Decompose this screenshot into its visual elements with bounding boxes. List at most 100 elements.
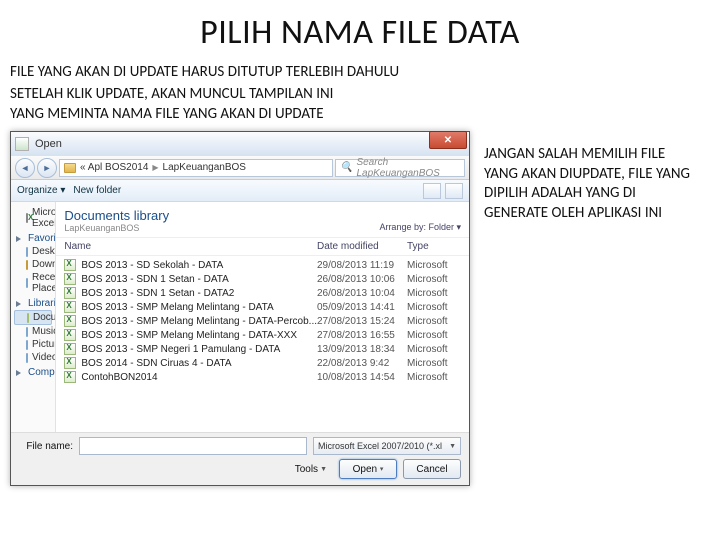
subtitle-1: FILE YANG AKAN DI UPDATE HARUS DITUTUP T…: [10, 63, 710, 81]
nav-item-label: Downloads: [32, 259, 56, 270]
search-placeholder: Search LapKeuanganBOS: [356, 157, 460, 179]
file-row[interactable]: BOS 2013 - SMP Negeri 1 Pamulang - DATA1…: [56, 342, 469, 356]
nav-favorites[interactable]: Favorites: [16, 233, 52, 244]
nav-item-music[interactable]: Music: [14, 325, 52, 338]
close-button[interactable]: ✕: [429, 131, 467, 149]
column-headers[interactable]: Name Date modified Type: [56, 238, 469, 256]
file-type: Microsoft: [407, 288, 461, 299]
nav-forward-button[interactable]: ►: [37, 158, 57, 178]
subtitle-2: SETELAH KLIK UPDATE, AKAN MUNCUL TAMPILA…: [10, 85, 710, 103]
nav-libraries-label: Libraries: [28, 298, 56, 309]
excel-file-icon: [64, 273, 76, 285]
file-row[interactable]: BOS 2013 - SDN 1 Setan - DATA226/08/2013…: [56, 286, 469, 300]
nav-item-label: Videos: [32, 352, 56, 363]
nav-item-videos[interactable]: Videos: [14, 351, 52, 364]
cancel-button[interactable]: Cancel: [403, 459, 461, 479]
music-icon: [26, 327, 28, 337]
help-button[interactable]: [445, 183, 463, 199]
nav-item-label: Recent Places: [32, 272, 56, 294]
nav-libraries[interactable]: Libraries: [16, 298, 52, 309]
address-bar[interactable]: « Apl BOS2014 ▶ LapKeuanganBOS: [59, 159, 333, 177]
open-dialog: Open ✕ ◄ ► « Apl BOS2014 ▶ LapKeuanganBO…: [10, 131, 470, 486]
arrange-by[interactable]: Arrange by: Folder ▾: [379, 222, 461, 233]
excel-file-icon: [64, 287, 76, 299]
file-date: 29/08/2013 11:19: [317, 260, 407, 271]
file-date: 13/09/2013 18:34: [317, 344, 407, 355]
file-date: 05/09/2013 14:41: [317, 302, 407, 313]
dialog-title: Open: [35, 138, 465, 150]
file-row[interactable]: BOS 2013 - SD Sekolah - DATA29/08/2013 1…: [56, 258, 469, 272]
col-name[interactable]: Name: [64, 241, 317, 252]
recent-icon: [26, 278, 28, 288]
file-date: 27/08/2013 16:55: [317, 330, 407, 341]
file-row[interactable]: BOS 2013 - SMP Melang Melintang - DATA05…: [56, 300, 469, 314]
videos-icon: [26, 353, 28, 363]
nav-item-downloads[interactable]: Downloads: [14, 258, 52, 271]
file-date: 26/08/2013 10:04: [317, 288, 407, 299]
file-name: BOS 2013 - SMP Melang Melintang - DATA-P…: [81, 316, 317, 327]
excel-file-icon: [64, 329, 76, 341]
tools-menu[interactable]: Tools▼: [295, 464, 327, 475]
chevron-right-icon: [16, 370, 24, 376]
file-type: Microsoft: [407, 316, 461, 327]
filetype-select[interactable]: Microsoft Excel 2007/2010 (*.xl ▼: [313, 437, 461, 455]
excel-file-icon: [64, 315, 76, 327]
open-button-label: Open: [353, 464, 377, 475]
file-row[interactable]: BOS 2013 - SMP Melang Melintang - DATA-X…: [56, 328, 469, 342]
chevron-down-icon: [16, 301, 24, 307]
new-folder-button[interactable]: New folder: [73, 185, 121, 196]
chevron-down-icon: ▼: [449, 443, 456, 450]
nav-item-pictures[interactable]: Pictures: [14, 338, 52, 351]
breadcrumb-2[interactable]: LapKeuanganBOS: [163, 162, 246, 173]
file-type: Microsoft: [407, 358, 461, 369]
file-date: 22/08/2013 9:42: [317, 358, 407, 369]
app-icon: [15, 137, 29, 151]
filetype-label: Microsoft Excel 2007/2010 (*.xl: [318, 441, 442, 451]
file-name: BOS 2014 - SDN Ciruas 4 - DATA: [81, 358, 317, 369]
excel-icon: [26, 213, 28, 223]
nav-item-desktop[interactable]: Desktop: [14, 245, 52, 258]
filename-input[interactable]: [79, 437, 307, 455]
library-subtitle: LapKeuanganBOS: [64, 223, 169, 233]
nav-item-recent[interactable]: Recent Places: [14, 271, 52, 295]
file-row[interactable]: ContohBON201410/08/2013 14:54Microsoft: [56, 370, 469, 384]
file-type: Microsoft: [407, 344, 461, 355]
nav-item-documents[interactable]: Documents: [14, 310, 52, 325]
col-type[interactable]: Type: [407, 241, 461, 252]
nav-item-label: Music: [32, 326, 56, 337]
file-type: Microsoft: [407, 302, 461, 313]
nav-computer-label: Computer: [28, 367, 56, 378]
nav-item-label: Desktop: [32, 246, 56, 257]
excel-file-icon: [64, 301, 76, 313]
col-date[interactable]: Date modified: [317, 241, 407, 252]
nav-pane: Microsoft Excel Favorites Desktop Downlo…: [11, 202, 56, 432]
nav-app-label: Microsoft Excel: [32, 207, 56, 229]
file-type: Microsoft: [407, 274, 461, 285]
file-date: 10/08/2013 14:54: [317, 372, 407, 383]
chevron-down-icon: ▾: [380, 465, 384, 473]
tools-label: Tools: [295, 464, 318, 475]
chevron-right-icon: ▶: [152, 163, 158, 172]
chevron-down-icon: [16, 236, 24, 242]
pictures-icon: [26, 340, 28, 350]
excel-file-icon: [64, 357, 76, 369]
nav-app[interactable]: Microsoft Excel: [14, 206, 52, 230]
search-input[interactable]: 🔍 Search LapKeuanganBOS: [335, 159, 465, 177]
chevron-down-icon: ▼: [320, 466, 327, 473]
file-list-area: Documents library LapKeuanganBOS Arrange…: [56, 202, 469, 432]
subtitle-3: YANG MEMINTA NAMA FILE YANG AKAN DI UPDA…: [10, 105, 710, 123]
file-row[interactable]: BOS 2014 - SDN Ciruas 4 - DATA22/08/2013…: [56, 356, 469, 370]
file-type: Microsoft: [407, 330, 461, 341]
open-button[interactable]: Open ▾: [339, 459, 397, 479]
file-name: BOS 2013 - SDN 1 Setan - DATA2: [81, 288, 317, 299]
organize-menu[interactable]: Organize ▾: [17, 185, 65, 196]
nav-computer[interactable]: Computer: [16, 367, 52, 378]
file-row[interactable]: BOS 2013 - SDN 1 Setan - DATA26/08/2013 …: [56, 272, 469, 286]
file-name: BOS 2013 - SMP Melang Melintang - DATA: [81, 302, 317, 313]
documents-icon: [27, 313, 29, 323]
breadcrumb-1[interactable]: « Apl BOS2014: [80, 162, 148, 173]
nav-back-button[interactable]: ◄: [15, 158, 35, 178]
file-name: BOS 2013 - SMP Melang Melintang - DATA-X…: [81, 330, 317, 341]
view-button[interactable]: [423, 183, 441, 199]
file-row[interactable]: BOS 2013 - SMP Melang Melintang - DATA-P…: [56, 314, 469, 328]
